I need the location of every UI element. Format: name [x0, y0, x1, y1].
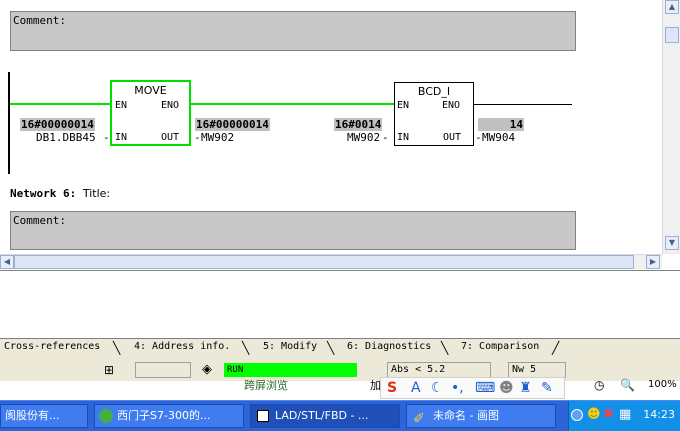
move-in-dash: -	[103, 131, 110, 144]
bcd-out-operand[interactable]: MW904	[482, 131, 515, 144]
power-rail	[8, 72, 10, 174]
horizontal-scrollbar[interactable]: ◀ ▶	[0, 254, 662, 269]
wrench-icon[interactable]: ✎	[541, 380, 553, 396]
ime-toolbar[interactable]: S A ☾ •, ⌨ ☻ ♜ ✎	[380, 377, 565, 399]
power-wire-left	[10, 103, 110, 105]
bcd-eno-pin: ENO	[441, 100, 460, 111]
zoom-level: 100%	[648, 379, 677, 390]
comment-label: Comment:	[13, 214, 66, 227]
taskbar: 阂股份有... 西门子S7-300的... LAD/STL/FBD - ... …	[0, 400, 680, 431]
horizontal-scroll-thumb[interactable]	[14, 255, 634, 269]
sogou-logo-icon[interactable]: S	[387, 380, 397, 396]
details-tab-strip: Cross-references ╲ 4: Address info. ╲ 5:…	[0, 338, 680, 358]
taskbar-item-0[interactable]: 阂股份有...	[0, 404, 88, 428]
vertical-scroll-thumb[interactable]	[665, 27, 679, 43]
move-in-operand[interactable]: DB1.DBB45	[36, 131, 96, 144]
bcd-en-pin: EN	[397, 100, 410, 111]
scroll-right-icon[interactable]: ▶	[646, 255, 660, 269]
comment-box-network5[interactable]: Comment:	[10, 11, 576, 51]
move-title: MOVE	[134, 84, 167, 97]
move-out-value: 16#00000014	[195, 118, 270, 131]
eno-wire-right	[474, 104, 572, 105]
taskbar-item-1[interactable]: 西门子S7-300的...	[94, 404, 244, 428]
bcd-in-dash: -	[382, 131, 389, 144]
scroll-up-icon[interactable]: ▲	[665, 0, 679, 14]
bcd-out-pin: OUT	[442, 132, 461, 143]
diamond-icon: ◈	[202, 362, 212, 377]
paint-icon: ✐	[413, 411, 425, 427]
tab-diagnostics[interactable]: 6: Diagnostics	[347, 341, 431, 352]
status-panel-empty	[135, 362, 191, 378]
security-icon[interactable]: ✖	[603, 407, 614, 422]
network-icon[interactable]: ▦	[619, 407, 631, 422]
bcd-out-value: 14	[478, 118, 524, 131]
run-status: RUN	[224, 363, 357, 377]
bcd-in-pin: IN	[397, 132, 410, 143]
tab-address-info[interactable]: 4: Address info.	[134, 341, 230, 352]
punctuation-icon[interactable]: •,	[451, 380, 464, 396]
taskbar-item-3-label: 未命名 - 画图	[433, 409, 499, 422]
system-tray: ☻ ✖ ▦ 14:23	[568, 401, 680, 431]
qq-icon[interactable]: ☻	[587, 407, 601, 422]
tab-separator: ╲	[242, 341, 250, 355]
scroll-down-icon[interactable]: ▼	[665, 236, 679, 250]
abs-status: Abs < 5.2	[387, 362, 491, 378]
comment-box-network6[interactable]: Comment:	[10, 211, 576, 250]
bcd-in-value: 16#0014	[334, 118, 383, 131]
tab-comparison[interactable]: 7: Comparison	[461, 341, 539, 352]
lad-editor[interactable]: Comment: MOVE EN ENO IN OUT 16#00000014 …	[0, 0, 662, 254]
power-wire-middle	[190, 103, 394, 105]
clock-small-icon: ◷	[594, 378, 605, 392]
tab-separator: ╲	[113, 341, 121, 355]
taskbar-item-1-label: 西门子S7-300的...	[117, 409, 211, 422]
move-out-pin: OUT	[160, 132, 179, 143]
font-icon[interactable]: A	[411, 380, 421, 396]
taskbar-item-2[interactable]: LAD/STL/FBD - ...	[250, 404, 400, 428]
network-status: Nw 5	[508, 362, 566, 378]
tab-separator: ╲	[441, 341, 449, 355]
cross-screen-text: 跨屏浏览	[244, 379, 288, 392]
network-6-label: Network 6	[10, 187, 70, 200]
scroll-left-icon[interactable]: ◀	[0, 255, 14, 269]
shirt-icon[interactable]: ♜	[519, 380, 532, 396]
move-in-value: 16#00000014	[20, 118, 95, 131]
status-bar: ⊞ ◈ RUN Abs < 5.2 Nw 5 加 跨屏浏览 ◷ 🔍 100%	[0, 357, 680, 392]
vertical-scrollbar[interactable]: ▲ ▼	[662, 0, 680, 254]
zoom-icon: 🔍	[620, 378, 635, 392]
move-out-dash: -	[194, 131, 201, 144]
network-6-colon: :	[69, 187, 77, 200]
bcd-i-block[interactable]: BCD_I EN ENO IN OUT	[394, 82, 474, 146]
step7-icon	[257, 410, 269, 422]
taskbar-item-2-label: LAD/STL/FBD - ...	[275, 409, 369, 422]
moon-icon[interactable]: ☾	[431, 380, 444, 396]
move-en-pin: EN	[115, 100, 128, 111]
user-icon[interactable]: ☻	[499, 380, 514, 396]
tab-separator: ╱	[552, 341, 560, 355]
taskbar-item-3[interactable]: ✐ 未命名 - 画图	[406, 404, 556, 428]
browser-icon	[99, 409, 113, 423]
keyboard-icon[interactable]: ⌨	[475, 380, 495, 396]
bcd-i-title: BCD_I	[417, 85, 451, 98]
comment-label: Comment:	[13, 14, 66, 27]
move-eno-pin: ENO	[160, 100, 179, 111]
move-in-pin: IN	[115, 132, 128, 143]
bcd-out-dash: -	[475, 131, 482, 144]
clock[interactable]: 14:23	[643, 408, 675, 421]
tab-cross-references[interactable]: Cross-references	[4, 341, 100, 352]
tab-modify[interactable]: 5: Modify	[263, 341, 317, 352]
network-6-header[interactable]: Network 6: Title:	[10, 187, 110, 200]
move-block[interactable]: MOVE EN ENO IN OUT	[110, 80, 191, 146]
move-out-operand[interactable]: MW902	[201, 131, 234, 144]
network-6-title[interactable]: Title:	[83, 187, 110, 200]
tab-separator: ╲	[327, 341, 335, 355]
bcd-in-operand[interactable]: MW902	[347, 131, 380, 144]
tray-expand-icon[interactable]	[571, 409, 583, 421]
online-icon: ⊞	[104, 363, 115, 377]
details-pane	[0, 270, 680, 339]
